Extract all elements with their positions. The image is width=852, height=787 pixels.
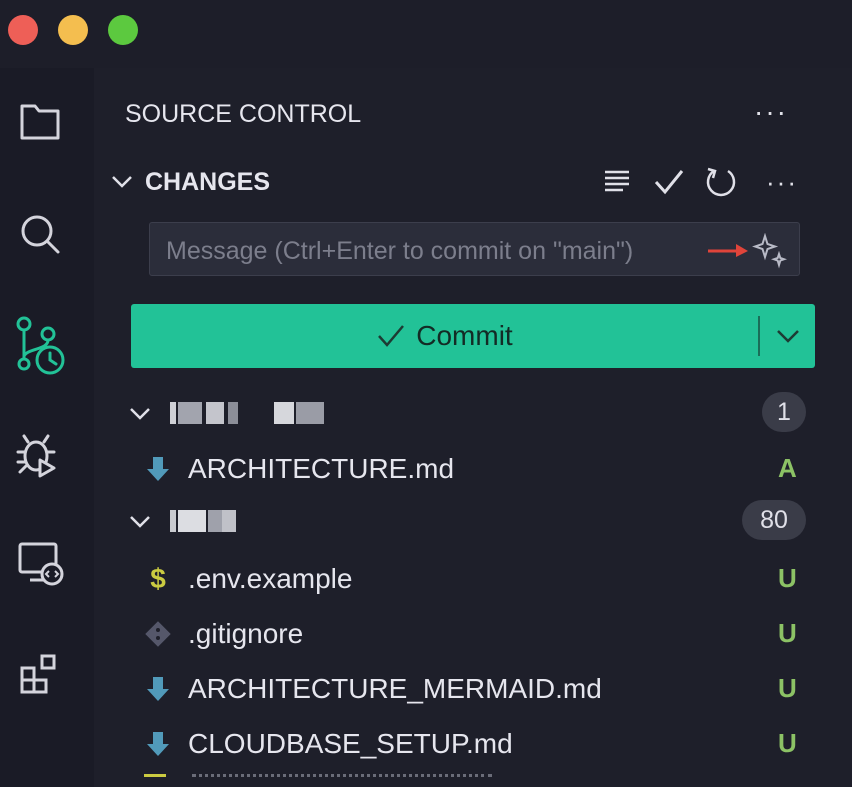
file-name: .gitignore xyxy=(188,618,304,649)
file-name: ARCHITECTURE.md xyxy=(188,453,455,484)
refresh-icon[interactable] xyxy=(701,162,741,202)
changes-label: CHANGES xyxy=(145,168,271,196)
source-control-panel: SOURCE CONTROL ··· CHANGES ··· Commit xyxy=(94,68,852,787)
panel-header: SOURCE CONTROL ··· xyxy=(94,68,852,152)
sparkle-icon[interactable] xyxy=(752,233,788,269)
file-status-badge: A xyxy=(778,453,797,483)
panel-title: SOURCE CONTROL xyxy=(125,100,362,128)
file-status-badge: U xyxy=(778,618,797,648)
partially-visible-file-item xyxy=(144,774,784,787)
zoom-window-button[interactable] xyxy=(108,15,138,45)
search-icon[interactable] xyxy=(10,204,70,264)
view-as-tree-icon[interactable] xyxy=(598,162,638,202)
changes-more-button[interactable]: ··· xyxy=(762,162,802,202)
env-icon: $ xyxy=(150,563,166,594)
repo-group-header[interactable]: 1 xyxy=(94,388,852,438)
debug-icon[interactable] xyxy=(10,424,70,484)
repo-change-count: 80 xyxy=(742,500,806,540)
checkmark-icon xyxy=(378,325,405,347)
file-item[interactable]: .gitignore U xyxy=(94,608,852,658)
file-status-badge: U xyxy=(778,563,797,593)
file-name: CLOUDBASE_SETUP.md xyxy=(188,728,513,759)
repo-group-header[interactable]: 80 xyxy=(94,496,852,546)
chevron-down-icon[interactable] xyxy=(110,172,134,192)
repo-change-count: 1 xyxy=(762,392,806,432)
markdown-icon xyxy=(144,675,172,703)
activity-bar xyxy=(0,68,94,787)
file-name: .env.example xyxy=(188,563,353,594)
close-window-button[interactable] xyxy=(8,15,38,45)
markdown-icon xyxy=(144,455,172,483)
changes-section-header[interactable]: CHANGES ··· xyxy=(94,160,852,204)
file-status-badge: U xyxy=(778,728,797,758)
file-item[interactable]: ARCHITECTURE.md A xyxy=(94,443,852,493)
minimize-window-button[interactable] xyxy=(58,15,88,45)
annotation-arrow-icon xyxy=(708,244,748,257)
chevron-down-icon xyxy=(776,330,799,343)
markdown-icon xyxy=(144,730,172,758)
files-icon[interactable] xyxy=(10,92,70,152)
commit-check-icon[interactable] xyxy=(649,162,689,202)
panel-more-button[interactable]: ··· xyxy=(754,96,788,128)
commit-label: Commit xyxy=(416,320,513,351)
commit-button[interactable]: Commit xyxy=(131,304,815,368)
commit-dropdown-button[interactable] xyxy=(760,304,815,368)
file-name: ARCHITECTURE_MERMAID.md xyxy=(188,673,602,704)
commit-message-input[interactable] xyxy=(164,223,728,279)
window-titlebar xyxy=(0,0,852,68)
remote-explorer-icon[interactable] xyxy=(10,534,70,594)
extensions-icon[interactable] xyxy=(10,644,70,704)
chevron-down-icon[interactable] xyxy=(128,512,152,532)
git-icon xyxy=(144,620,172,648)
file-item[interactable]: $ .env.example U xyxy=(94,553,852,603)
commit-main-action[interactable]: Commit xyxy=(131,304,758,368)
source-control-icon[interactable] xyxy=(10,316,70,376)
commit-message-box xyxy=(149,222,800,279)
file-item[interactable]: ARCHITECTURE_MERMAID.md U xyxy=(94,663,852,713)
chevron-down-icon[interactable] xyxy=(128,404,152,424)
file-status-badge: U xyxy=(778,673,797,703)
file-item[interactable]: CLOUDBASE_SETUP.md U xyxy=(94,718,852,768)
